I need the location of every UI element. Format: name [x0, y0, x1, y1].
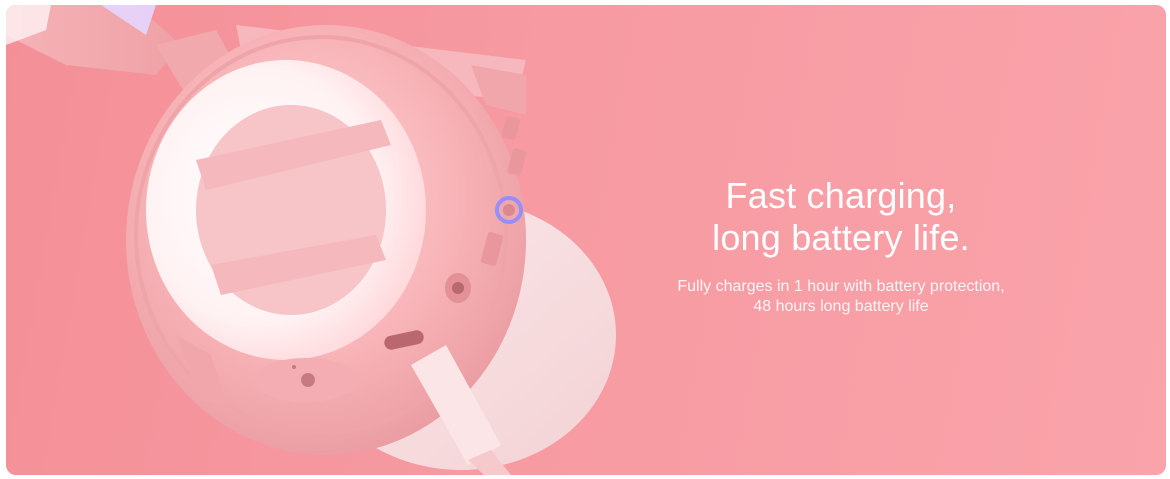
feature-copy: Fast charging, long battery life. Fully … — [606, 175, 1076, 317]
headline: Fast charging, long battery life. — [606, 175, 1076, 259]
feature-description: Fully charges in 1 hour with battery pro… — [606, 277, 1076, 317]
description-line-1: Fully charges in 1 hour with battery pro… — [677, 278, 1005, 295]
headline-line-2: long battery life. — [712, 217, 970, 258]
pink-headphone-earcup-icon — [6, 5, 616, 475]
description-line-2: 48 hours long battery life — [753, 298, 929, 315]
headline-line-1: Fast charging, — [725, 175, 957, 216]
battery-feature-banner: Fast charging, long battery life. Fully … — [6, 5, 1166, 475]
